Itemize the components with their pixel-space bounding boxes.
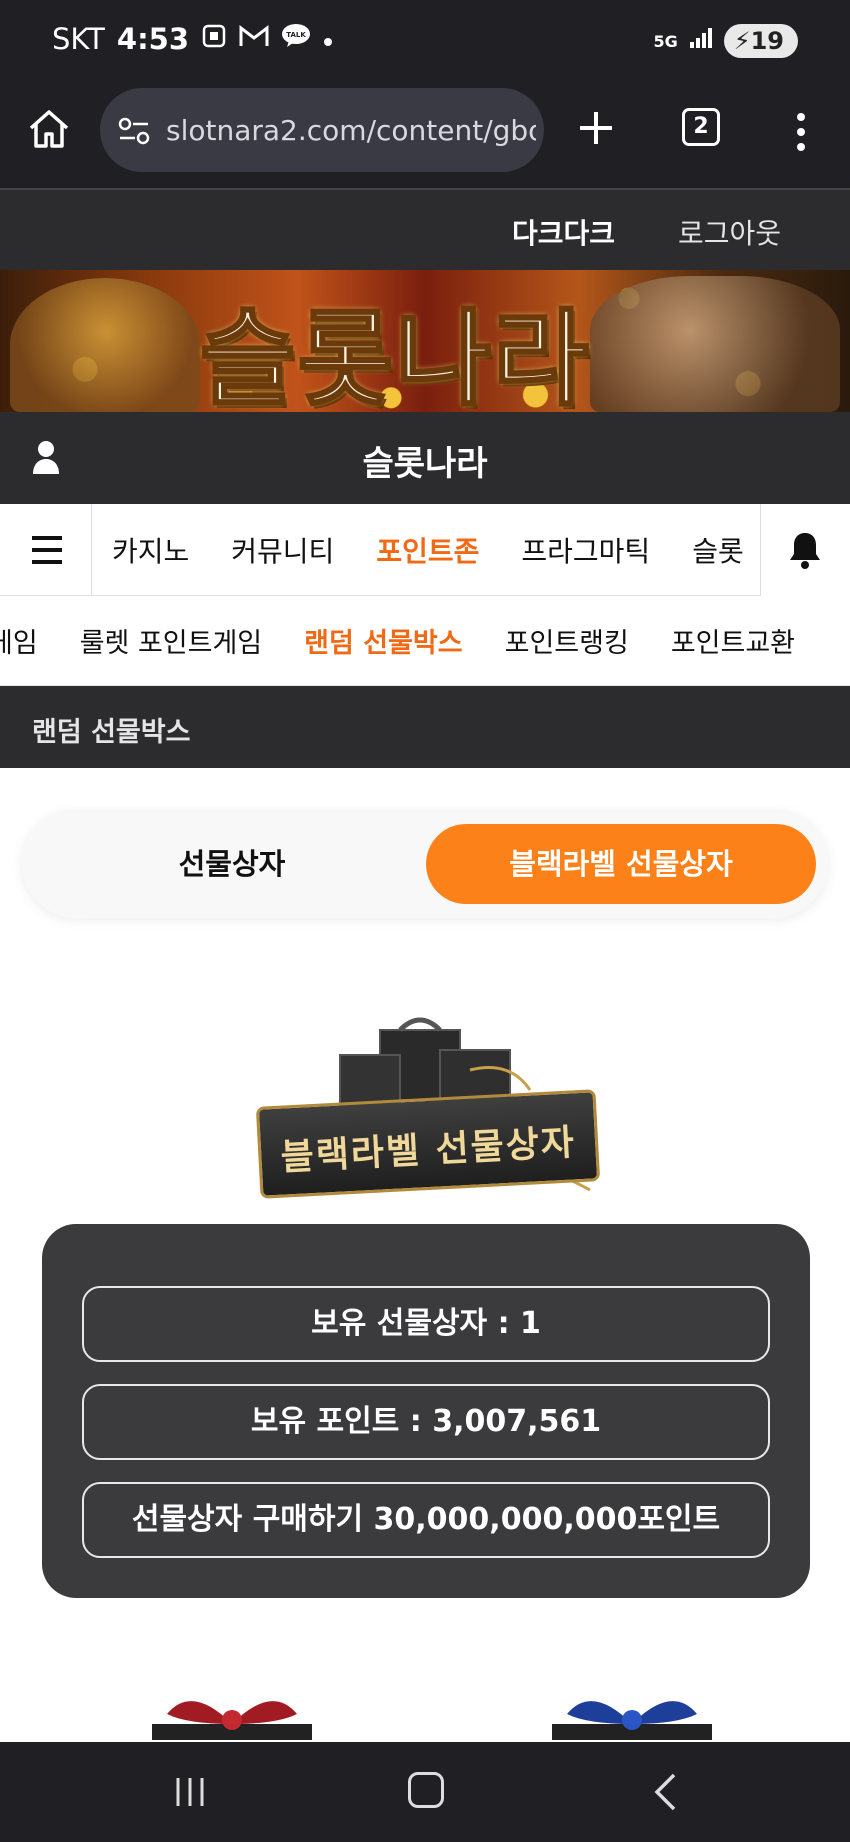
nav-item-slot[interactable]: 슬롯	[692, 530, 744, 570]
gmail-icon	[239, 24, 269, 54]
gift-info-panel: 보유 선물상자 : 1 보유 포인트 : 3,007,561 선물상자 구매하기…	[42, 1224, 810, 1598]
nav-item-community[interactable]: 커뮤니티	[231, 530, 334, 570]
system-nav-bar	[0, 1742, 850, 1842]
main-nav: 카지노 커뮤니티 포인트존 프라그마틱 슬롯	[0, 504, 850, 596]
site-logo: 슬롯나라	[199, 297, 591, 413]
section-header: 랜덤 선물박스	[0, 686, 850, 768]
new-tab-icon[interactable]	[576, 108, 616, 148]
sub-nav: 게임 룰렛 포인트게임 랜덤 선물박스 포인트랭킹 포인트교환	[0, 596, 850, 686]
subnav-item-random-giftbox[interactable]: 랜덤 선물박스	[304, 621, 462, 660]
status-bar: SKT 4:53 TALK 5G ⚡19	[0, 0, 850, 86]
tab-gift-box[interactable]: 선물상자	[36, 824, 428, 904]
recent-apps-icon[interactable]	[172, 1774, 208, 1810]
tab-count: 2	[693, 114, 709, 139]
status-left: SKT 4:53 TALK	[52, 22, 333, 56]
subnav-item-point-exchange[interactable]: 포인트교환	[671, 621, 795, 660]
site-top-bar: 다크다크 로그아웃	[0, 188, 850, 270]
tab-blacklabel-gift-box[interactable]: 블랙라벨 선물상자	[426, 824, 816, 904]
profile-bar: 슬롯나라	[0, 412, 850, 504]
svg-text:TALK: TALK	[286, 31, 306, 39]
subnav-item-roulette[interactable]: 룰렛 포인트게임	[80, 621, 262, 660]
address-bar[interactable]: slotnara2.com/content/gbo	[100, 88, 544, 172]
site-title[interactable]: 슬롯나라	[0, 436, 850, 485]
nav-item-pragmatic[interactable]: 프라그마틱	[521, 530, 650, 570]
banner-character-left	[10, 278, 200, 412]
logout-link[interactable]: 로그아웃	[678, 212, 781, 252]
site-settings-icon[interactable]	[118, 116, 150, 146]
kakaotalk-icon: TALK	[281, 23, 311, 55]
nav-item-casino[interactable]: 카지노	[112, 530, 189, 570]
bell-icon	[787, 530, 823, 570]
back-icon[interactable]	[652, 1772, 678, 1812]
owned-boxes-row: 보유 선물상자 : 1	[82, 1286, 770, 1362]
banner-character-right	[590, 276, 840, 412]
nav-item-pointzone[interactable]: 포인트존	[376, 530, 479, 570]
blue-gift-icon[interactable]	[552, 1690, 712, 1740]
dot-icon	[323, 25, 333, 53]
main-nav-items: 카지노 커뮤니티 포인트존 프라그마틱 슬롯	[92, 504, 760, 596]
red-gift-icon[interactable]	[152, 1690, 312, 1740]
owned-points-row: 보유 포인트 : 3,007,561	[82, 1384, 770, 1460]
notification-button[interactable]	[760, 504, 850, 596]
tabs-icon[interactable]: 2	[682, 108, 720, 146]
signal-icon	[688, 26, 714, 56]
section-title: 랜덤 선물박스	[32, 717, 191, 748]
site-banner[interactable]: 슬롯나라	[0, 270, 850, 412]
subnav-item-game[interactable]: 게임	[0, 621, 38, 660]
home-icon[interactable]	[26, 106, 72, 152]
carrier-label: SKT	[52, 22, 105, 56]
more-icon[interactable]	[796, 112, 806, 152]
system-home-icon[interactable]	[408, 1772, 444, 1808]
buy-box-button[interactable]: 선물상자 구매하기 30,000,000,000포인트	[82, 1482, 770, 1558]
battery-level: 19	[750, 27, 784, 55]
subnav-item-point-ranking[interactable]: 포인트랭킹	[505, 621, 629, 660]
url-text[interactable]: slotnara2.com/content/gbo	[166, 114, 536, 147]
box-caption-text: 블랙라벨 선물상자	[279, 1122, 577, 1179]
time-label: 4:53	[116, 22, 190, 56]
dark-mode-link[interactable]: 다크다크	[512, 212, 615, 252]
battery-icon: ⚡19	[723, 24, 798, 58]
box-type-toggle: 선물상자 블랙라벨 선물상자	[22, 810, 828, 918]
network-label: 5G	[653, 31, 678, 51]
blacklabel-box-caption: 블랙라벨 선물상자	[255, 1089, 601, 1199]
screenshot-icon	[201, 23, 227, 55]
browser-toolbar: slotnara2.com/content/gbo 2	[0, 86, 850, 188]
menu-icon[interactable]	[0, 504, 92, 596]
status-right: 5G ⚡19	[653, 24, 798, 58]
